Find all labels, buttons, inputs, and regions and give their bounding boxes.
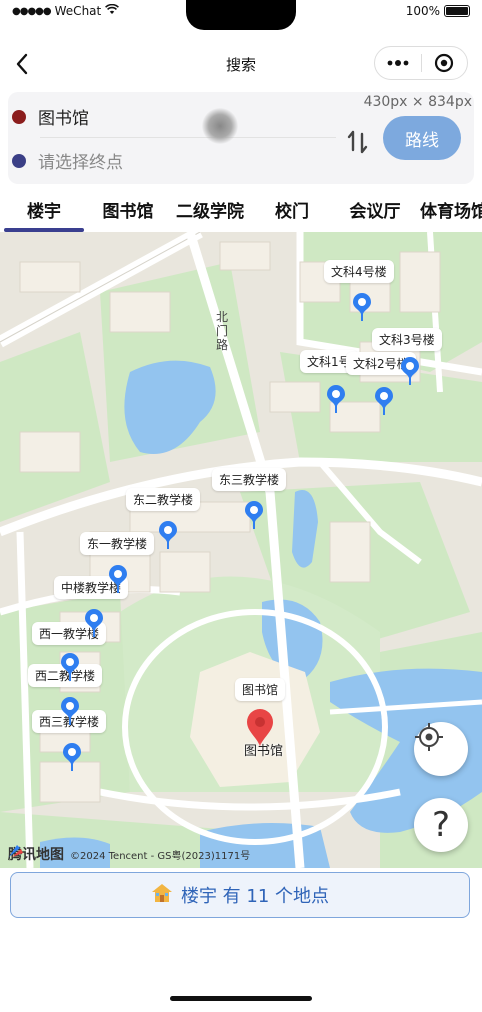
- home-indicator: [170, 996, 312, 1001]
- route-button[interactable]: 路线: [383, 116, 461, 160]
- wifi-icon: [105, 3, 120, 18]
- carrier-text: WeChat: [54, 4, 102, 18]
- marker-label[interactable]: 图书馆: [235, 678, 286, 701]
- swap-button[interactable]: [344, 128, 372, 156]
- crosshair-icon: [415, 723, 443, 751]
- locate-me-button[interactable]: [414, 722, 468, 776]
- location-pin-icon[interactable]: [62, 742, 82, 772]
- tab-meeting-halls[interactable]: 会议厅: [334, 186, 416, 232]
- dimension-overlay: 430px × 834px: [363, 94, 472, 110]
- battery-percent: 100%: [405, 4, 440, 18]
- marker-label[interactable]: 东三教学楼: [212, 468, 287, 491]
- location-pin-icon[interactable]: [352, 292, 372, 322]
- nav-bar: 搜索: [0, 36, 482, 92]
- tab-gates[interactable]: 校门: [254, 186, 330, 232]
- location-pin-icon[interactable]: [158, 520, 178, 550]
- field-divider: [40, 137, 336, 138]
- more-button[interactable]: [375, 47, 421, 79]
- start-point-field[interactable]: 图书馆: [12, 104, 89, 129]
- selected-marker-label: 图书馆: [244, 744, 284, 759]
- question-mark-icon: ?: [431, 805, 451, 845]
- map-copyright-text: ©2024 Tencent - GS粤(2023)1171号: [70, 850, 251, 862]
- location-pin-icon[interactable]: [400, 356, 420, 386]
- location-pin-icon[interactable]: [108, 564, 128, 594]
- campus-map[interactable]: 北门路 文科4号楼 文科3号楼 文科1号 文科2号楼 东三教学楼 东二教学楼 东…: [0, 232, 482, 868]
- start-point-value: 图书馆: [38, 109, 89, 129]
- help-button[interactable]: ?: [414, 798, 468, 852]
- miniprogram-capsule: [374, 46, 468, 80]
- map-attribution: 腾讯地图 ©2024 Tencent - GS粤(2023)1171号: [8, 844, 250, 864]
- tencent-map-logo-icon: [9, 845, 23, 857]
- location-pin-icon[interactable]: [244, 500, 264, 530]
- location-pin-icon[interactable]: [60, 696, 80, 726]
- touch-indicator: [202, 108, 238, 144]
- end-point-placeholder: 请选择终点: [38, 153, 123, 173]
- marker-label[interactable]: 东一教学楼: [80, 532, 155, 555]
- location-pin-icon[interactable]: [374, 386, 394, 416]
- house-icon: [151, 883, 173, 908]
- location-pin-icon[interactable]: [84, 608, 104, 638]
- marker-label[interactable]: 东二教学楼: [126, 488, 201, 511]
- status-right: 100%: [406, 4, 470, 18]
- location-pin-icon[interactable]: [326, 384, 346, 414]
- category-tabs: 楼宇 图书馆 二级学院 校门 会议厅 体育场馆: [0, 186, 482, 232]
- status-left: ●●●●● WeChat: [12, 3, 120, 18]
- battery-icon: [444, 5, 470, 17]
- end-dot-icon: [12, 153, 26, 168]
- tab-sports-venues[interactable]: 体育场馆: [420, 186, 482, 232]
- road-label: 北门路: [216, 310, 229, 352]
- end-point-field[interactable]: 请选择终点: [12, 148, 123, 173]
- more-dots-icon: [387, 60, 409, 66]
- device-notch: [186, 0, 296, 30]
- tab-colleges[interactable]: 二级学院: [170, 186, 250, 232]
- tab-buildings[interactable]: 楼宇: [4, 186, 84, 232]
- marker-label[interactable]: 文科3号楼: [372, 328, 442, 351]
- target-close-icon: [435, 53, 454, 73]
- start-dot-icon: [12, 109, 26, 124]
- close-miniprogram-button[interactable]: [422, 47, 468, 79]
- signal-icon: ●●●●●: [12, 5, 52, 17]
- results-summary-bar[interactable]: 楼宇 有 11 个地点: [10, 872, 470, 918]
- tab-library[interactable]: 图书馆: [86, 186, 170, 232]
- results-summary-text: 楼宇 有 11 个地点: [180, 886, 330, 907]
- swap-arrows-icon: [347, 130, 368, 154]
- location-pin-icon[interactable]: [60, 652, 80, 682]
- marker-label[interactable]: 文科4号楼: [324, 260, 394, 283]
